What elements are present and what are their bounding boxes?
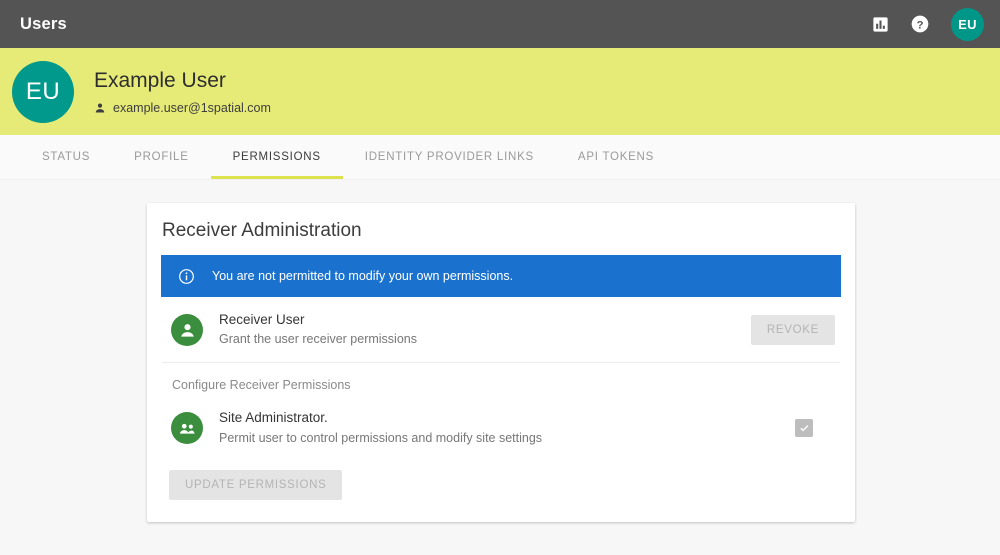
tab-api-tokens[interactable]: API TOKENS — [556, 135, 676, 179]
main-content: Receiver Administration You are not perm… — [0, 180, 1000, 522]
card-title: Receiver Administration — [162, 220, 362, 241]
tab-bar: STATUS PROFILE PERMISSIONS IDENTITY PROV… — [0, 135, 1000, 180]
configure-receiver-permissions-label: Configure Receiver Permissions — [172, 378, 351, 393]
site-administrator-title: Site Administrator. — [219, 410, 328, 426]
help-button[interactable]: ? — [907, 11, 933, 37]
user-email-row: example.user@1spatial.com — [94, 101, 271, 115]
receiver-user-row: Receiver User Grant the user receiver pe… — [161, 297, 841, 362]
assessment-icon — [872, 16, 888, 32]
avatar: EU — [12, 60, 74, 123]
user-name: Example User — [94, 68, 226, 92]
assessment-button[interactable] — [867, 11, 893, 37]
card-actions: UPDATE PERMISSIONS — [161, 461, 841, 500]
tab-status[interactable]: STATUS — [20, 135, 112, 179]
help-icon: ? — [911, 15, 929, 33]
account-circle-icon — [180, 324, 194, 337]
user-identity: Example User example.user@1spatial.com — [94, 68, 271, 115]
receiver-administration-card: Receiver Administration You are not perm… — [147, 203, 855, 522]
page-title: Users — [20, 14, 67, 33]
account-circle-icon-wrapper — [171, 313, 203, 346]
app-bar: Users ? EU — [0, 0, 1000, 48]
user-email: example.user@1spatial.com — [113, 101, 271, 116]
update-permissions-button[interactable]: UPDATE PERMISSIONS — [169, 469, 343, 500]
info-circle-icon — [179, 268, 194, 284]
person-icon — [95, 103, 105, 113]
group-icon-wrapper — [171, 412, 203, 445]
user-hero-banner: EU Example User example.user@1spatial.co… — [0, 48, 1000, 135]
site-administrator-row: Site Administrator. Permit user to contr… — [161, 395, 841, 460]
revoke-button[interactable]: REVOKE — [750, 314, 835, 345]
tab-identity-provider-links[interactable]: IDENTITY PROVIDER LINKS — [343, 135, 556, 179]
receiver-user-description: Grant the user receiver permissions — [219, 332, 417, 347]
site-administrator-description: Permit user to control permissions and m… — [219, 430, 543, 445]
group-icon — [179, 423, 195, 434]
tab-permissions[interactable]: PERMISSIONS — [210, 135, 343, 179]
receiver-user-text: Receiver User Grant the user receiver pe… — [219, 311, 751, 348]
site-administrator-text: Site Administrator. Permit user to contr… — [219, 409, 795, 446]
user-avatar-button[interactable]: EU — [951, 7, 984, 41]
appbar-actions: ? EU — [867, 7, 984, 41]
permission-warning-banner: You are not permitted to modify your own… — [161, 255, 841, 297]
svg-text:?: ? — [917, 19, 924, 31]
permission-warning-text: You are not permitted to modify your own… — [212, 269, 514, 283]
receiver-user-title: Receiver User — [219, 312, 305, 327]
tab-profile[interactable]: PROFILE — [112, 135, 210, 179]
site-administrator-checkbox[interactable] — [795, 419, 813, 438]
check-icon — [799, 424, 808, 431]
